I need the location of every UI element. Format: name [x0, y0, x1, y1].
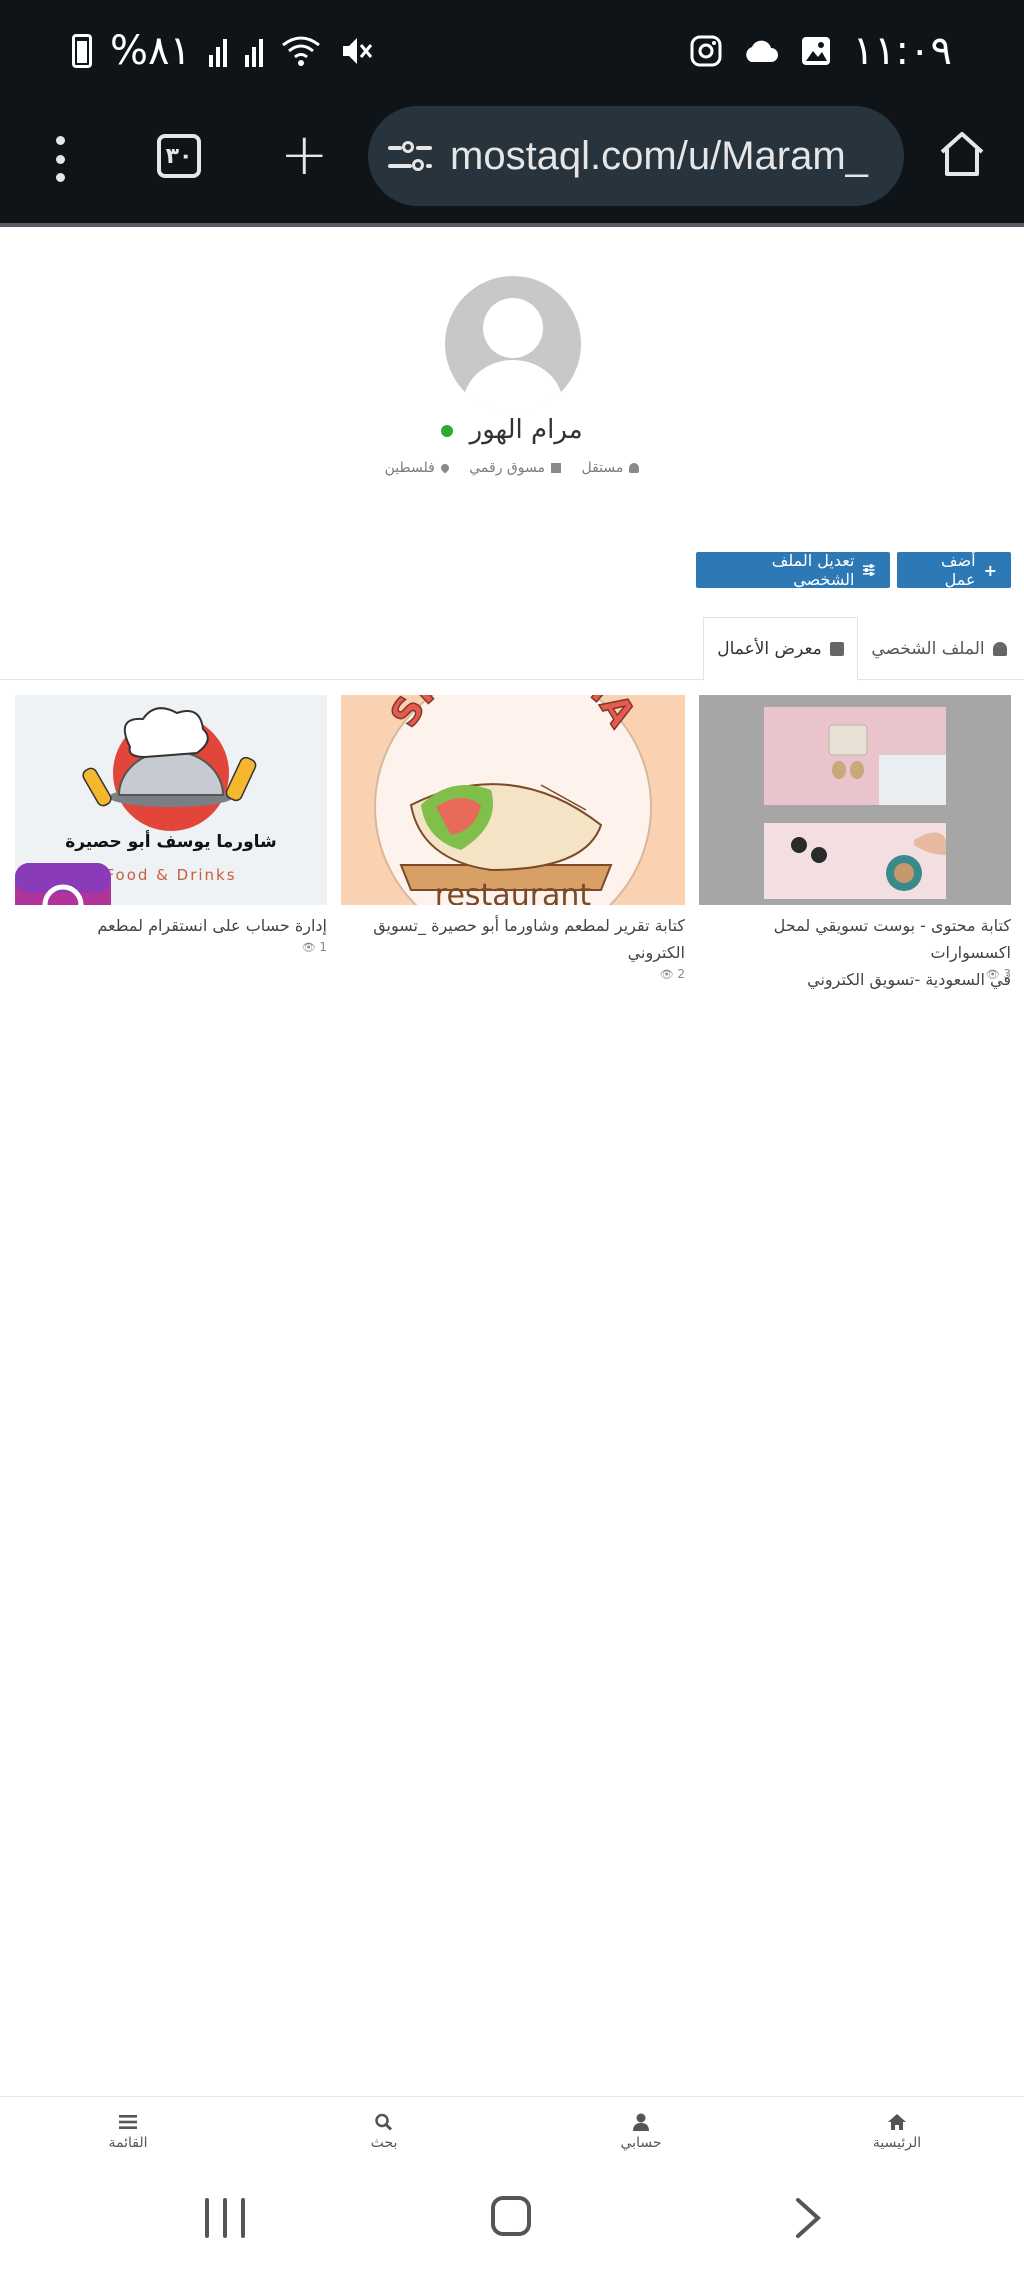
briefcase-icon: [829, 642, 844, 656]
site-settings-icon[interactable]: [388, 134, 432, 178]
instagram-icon: [690, 35, 722, 67]
nav-search-label: بحث: [370, 2135, 398, 2151]
logo-subtext: restaurant: [435, 878, 592, 905]
accessories-photo: [699, 695, 1011, 905]
nav-menu-label: القائمة: [108, 2135, 148, 2151]
tab-portfolio[interactable]: معرض الأعمال: [703, 617, 858, 681]
portfolio-views: 2 👁: [341, 967, 685, 981]
url-text: mostaql.com/u/Maram_: [450, 133, 868, 178]
bottom-nav: الرئيسية حسابي بحث القائمة: [0, 2096, 1024, 2186]
recent-apps-icon[interactable]: [205, 2198, 245, 2238]
tab-profile[interactable]: الملف الشخصي: [859, 617, 1019, 680]
profile-name-row: مرام الهور: [0, 415, 1024, 445]
tab-count: ٣٠: [165, 143, 193, 169]
meta-location: فلسطين: [384, 460, 451, 476]
user-icon: [629, 463, 640, 473]
portfolio-title-line1: كتابة تقرير لمطعم وشاورما أبو حصيرة _تسو…: [373, 916, 685, 935]
meta-specialty: مسوق رقمي: [469, 460, 562, 476]
edit-profile-label: تعديل الملف الشخصي: [771, 551, 855, 589]
nav-search[interactable]: بحث: [324, 2113, 444, 2151]
cloud-icon: [745, 40, 778, 62]
browser-menu-icon[interactable]: [52, 136, 68, 182]
meta-location-label: فلسطين: [384, 460, 435, 476]
profile-name: مرام الهور: [469, 415, 583, 445]
logo-text: شاورما يوسف أبو حصيرة: [65, 830, 277, 852]
portfolio-thumbnail[interactable]: [699, 695, 1011, 905]
nav-home[interactable]: الرئيسية: [837, 2113, 957, 2151]
portfolio-title-line1: إدارة حساب على انستقرام لمطعم: [97, 916, 327, 935]
system-nav: [0, 2186, 1024, 2276]
restaurant-logo: شاورما يوسف أبو حصيرة Food & Drinks: [15, 695, 327, 905]
eye-icon: 👁: [301, 941, 316, 954]
views-count: 3: [1003, 967, 1011, 981]
eye-icon: 👁: [659, 968, 674, 981]
views-count: 2: [677, 967, 685, 981]
briefcase-icon: [551, 463, 562, 473]
status-right: ١١:٠٩: [689, 28, 952, 74]
back-icon[interactable]: [788, 2198, 828, 2238]
gallery-icon: [801, 37, 830, 65]
tab-portfolio-label: معرض الأعمال: [717, 639, 822, 659]
meta-role-label: مستقل: [581, 460, 624, 476]
online-status-dot: [441, 424, 454, 437]
avatar[interactable]: [445, 276, 581, 412]
signal-icon-2: [244, 35, 263, 67]
search-icon: [375, 2113, 393, 2131]
status-bar: %٨١ ١١:٠٩: [0, 0, 1024, 100]
meta-specialty-label: مسوق رقمي: [469, 460, 546, 476]
portfolio-thumbnail[interactable]: SHAWARMA restaurant: [341, 695, 685, 905]
profile-tabs: الملف الشخصي معرض الأعمال: [0, 617, 1024, 681]
system-home-icon[interactable]: [491, 2196, 531, 2236]
edit-profile-button[interactable]: تعديل الملف الشخصي: [696, 551, 890, 589]
tab-switcher-button[interactable]: ٣٠: [157, 134, 201, 178]
add-work-button[interactable]: + أضف عمل: [897, 551, 1011, 589]
new-tab-icon[interactable]: +: [280, 125, 329, 183]
sliders-icon: [863, 564, 876, 576]
wifi-icon: [282, 36, 320, 66]
add-work-label: أضف عمل: [941, 551, 976, 589]
hamburger-icon: [119, 2115, 137, 2129]
portfolio-title[interactable]: إدارة حساب على انستقرام لمطعم: [15, 912, 327, 939]
map-marker-icon: [439, 462, 451, 474]
tab-profile-label: الملف الشخصي: [871, 638, 985, 659]
battery-level: %٨١: [110, 28, 191, 74]
portfolio-views: 1 👁: [15, 940, 327, 954]
portfolio-title[interactable]: كتابة تقرير لمطعم وشاورما أبو حصيرة _تسو…: [341, 912, 685, 966]
user-icon: [992, 641, 1007, 656]
nav-home-label: الرئيسية: [872, 2135, 922, 2151]
avatar-head: [483, 298, 543, 358]
browser-toolbar: ٣٠ + mostaql.com/u/Maram_: [0, 100, 1024, 227]
views-count: 1: [319, 940, 327, 954]
eye-icon: 👁: [985, 968, 1000, 981]
avatar-body: [463, 360, 563, 412]
nav-menu[interactable]: القائمة: [68, 2113, 188, 2151]
mute-icon: [342, 38, 373, 64]
plus-icon: +: [983, 560, 997, 580]
shawarma-logo: SHAWARMA restaurant: [341, 695, 685, 905]
battery-icon: [72, 34, 92, 68]
portfolio-title-line2: الكتروني: [627, 943, 685, 962]
browser-home-icon[interactable]: [936, 128, 988, 180]
clock: ١١:٠٩: [852, 28, 952, 74]
status-left: %٨١: [72, 28, 373, 74]
nav-account-label: حسابي: [620, 2135, 662, 2151]
logo-subtext: Food & Drinks: [105, 866, 236, 884]
profile-meta: مستقل مسوق رقمي فلسطين: [0, 460, 1024, 476]
user-icon: [633, 2113, 649, 2131]
portfolio-views: 3 👁: [699, 967, 1011, 981]
signal-icon: [208, 35, 227, 67]
nav-account[interactable]: حسابي: [581, 2113, 701, 2151]
home-icon: [888, 2114, 906, 2130]
portfolio-title-line1: كتابة محتوى - بوست تسويقي لمحل اكسسوارات: [773, 916, 1011, 962]
portfolio-thumbnail[interactable]: شاورما يوسف أبو حصيرة Food & Drinks: [15, 695, 327, 905]
address-bar[interactable]: mostaql.com/u/Maram_: [368, 106, 904, 206]
meta-role: مستقل: [581, 460, 640, 476]
